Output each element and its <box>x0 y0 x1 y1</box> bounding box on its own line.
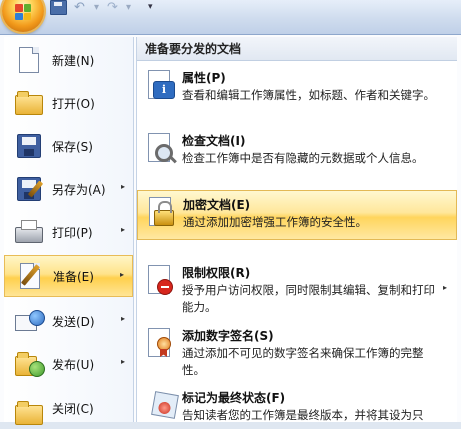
menu-item-label: 关闭(C) <box>52 401 94 416</box>
properties-icon: i <box>143 69 175 101</box>
menu-item-prepare[interactable]: 准备(E) ▸ <box>4 255 133 297</box>
title-bar: ↶ ▾ ↷ ▾ ▾ <box>0 0 461 35</box>
menu-item-save-as[interactable]: 另存为(A) ▸ <box>4 168 133 210</box>
submenu-item-title: 检查文档(I) <box>182 134 246 148</box>
submenu-item-title: 属性(P) <box>182 71 226 85</box>
submenu-arrow-icon: ▸ <box>119 270 124 279</box>
encrypt-lock-icon <box>144 196 176 228</box>
submenu-header: 准备要分发的文档 <box>137 37 457 61</box>
new-document-icon <box>13 45 43 75</box>
undo-dropdown-icon[interactable]: ▾ <box>94 0 99 14</box>
submenu-item-mark-as-final[interactable]: 标记为最终状态(F) 告知读者您的工作簿是最终版本，并将其设为只读。 <box>137 384 457 422</box>
submenu-arrow-icon: ▸ <box>120 314 125 323</box>
digital-signature-icon <box>143 327 175 359</box>
inspect-document-icon <box>143 132 175 164</box>
submenu-item-properties[interactable]: i 属性(P) 查看和编辑工作簿属性，如标题、作者和关键字。 <box>137 64 457 122</box>
customize-toolbar-icon[interactable]: ▾ <box>148 0 153 14</box>
mark-final-icon <box>143 389 179 421</box>
menu-item-save[interactable]: 保存(S) <box>4 125 133 167</box>
submenu-item-description: 授予用户访问权限，同时限制其编辑、复制和打印能力。 <box>182 283 435 314</box>
submenu-item-restrict-permission[interactable]: 限制权限(R) 授予用户访问权限，同时限制其编辑、复制和打印能力。 ▸ <box>137 259 457 319</box>
redo-dropdown-icon[interactable]: ▾ <box>126 0 131 14</box>
submenu-arrow-icon: ▸ <box>120 225 125 234</box>
menu-item-label: 发布(U) <box>52 357 95 372</box>
menu-item-print[interactable]: 打印(P) ▸ <box>4 211 133 253</box>
menu-item-label: 另存为(A) <box>52 182 106 197</box>
menu-item-label: 新建(N) <box>52 53 95 68</box>
submenu-item-add-digital-signature[interactable]: 添加数字签名(S) 通过添加不可见的数字签名来确保工作簿的完整性。 <box>137 322 457 380</box>
submenu-item-description: 检查工作簿中是否有隐藏的元数据或个人信息。 <box>182 151 424 165</box>
submenu-item-title: 限制权限(R) <box>182 266 251 280</box>
office-logo-icon <box>15 4 31 20</box>
submenu-arrow-icon: ▸ <box>120 182 125 191</box>
submenu-item-title: 加密文档(E) <box>183 198 251 212</box>
redo-icon[interactable]: ↷ <box>107 0 123 15</box>
menu-item-label: 发送(D) <box>52 314 95 329</box>
submenu-item-title: 标记为最终状态(F) <box>182 391 286 405</box>
menu-item-send[interactable]: 发送(D) ▸ <box>4 300 133 342</box>
menu-item-label: 准备(E) <box>53 269 94 284</box>
prepare-pen-icon <box>14 261 44 291</box>
save-icon[interactable] <box>50 0 67 15</box>
save-as-icon <box>13 174 44 204</box>
open-folder-icon <box>13 88 43 118</box>
menu-item-label: 保存(S) <box>52 139 93 154</box>
submenu-item-description: 通过添加加密增强工作簿的安全性。 <box>183 215 367 229</box>
undo-icon[interactable]: ↶ <box>74 0 90 15</box>
submenu-item-encrypt-document[interactable]: 加密文档(E) 通过添加加密增强工作簿的安全性。 <box>137 190 457 240</box>
restrict-permission-icon <box>143 264 175 296</box>
menu-item-label: 打开(O) <box>52 96 95 111</box>
submenu-item-description: 告知读者您的工作簿是最终版本，并将其设为只读。 <box>182 408 424 422</box>
menu-item-close[interactable]: 关闭(C) <box>4 387 133 429</box>
menu-item-publish[interactable]: 发布(U) ▸ <box>4 343 133 385</box>
submenu-item-title: 添加数字签名(S) <box>182 329 274 343</box>
menu-item-label: 打印(P) <box>52 225 93 240</box>
submenu-arrow-icon: ▸ <box>442 283 447 292</box>
printer-icon <box>13 217 43 247</box>
menu-item-new[interactable]: 新建(N) <box>4 39 133 81</box>
menu-item-open[interactable]: 打开(O) <box>4 82 133 124</box>
submenu-item-inspect-document[interactable]: 检查文档(I) 检查工作簿中是否有隐藏的元数据或个人信息。 <box>137 127 457 187</box>
submenu-item-description: 查看和编辑工作簿属性，如标题、作者和关键字。 <box>182 88 435 102</box>
send-envelope-icon <box>13 306 45 336</box>
office-button[interactable] <box>2 0 44 32</box>
prepare-submenu-panel: 准备要分发的文档 i 属性(P) 查看和编辑工作簿属性，如标题、作者和关键字。 … <box>136 37 457 422</box>
submenu-item-description: 通过添加不可见的数字签名来确保工作簿的完整性。 <box>182 346 424 377</box>
office-menu-left-column: 新建(N) 打开(O) 保存(S) 另存为(A) ▸ 打印(P) ▸ 准备(E)… <box>4 37 134 425</box>
close-document-icon <box>13 393 43 425</box>
save-disk-icon <box>13 131 43 161</box>
publish-globe-icon <box>13 349 45 379</box>
submenu-arrow-icon: ▸ <box>120 357 125 366</box>
office-menu: 新建(N) 打开(O) 保存(S) 另存为(A) ▸ 打印(P) ▸ 准备(E)… <box>0 34 461 425</box>
